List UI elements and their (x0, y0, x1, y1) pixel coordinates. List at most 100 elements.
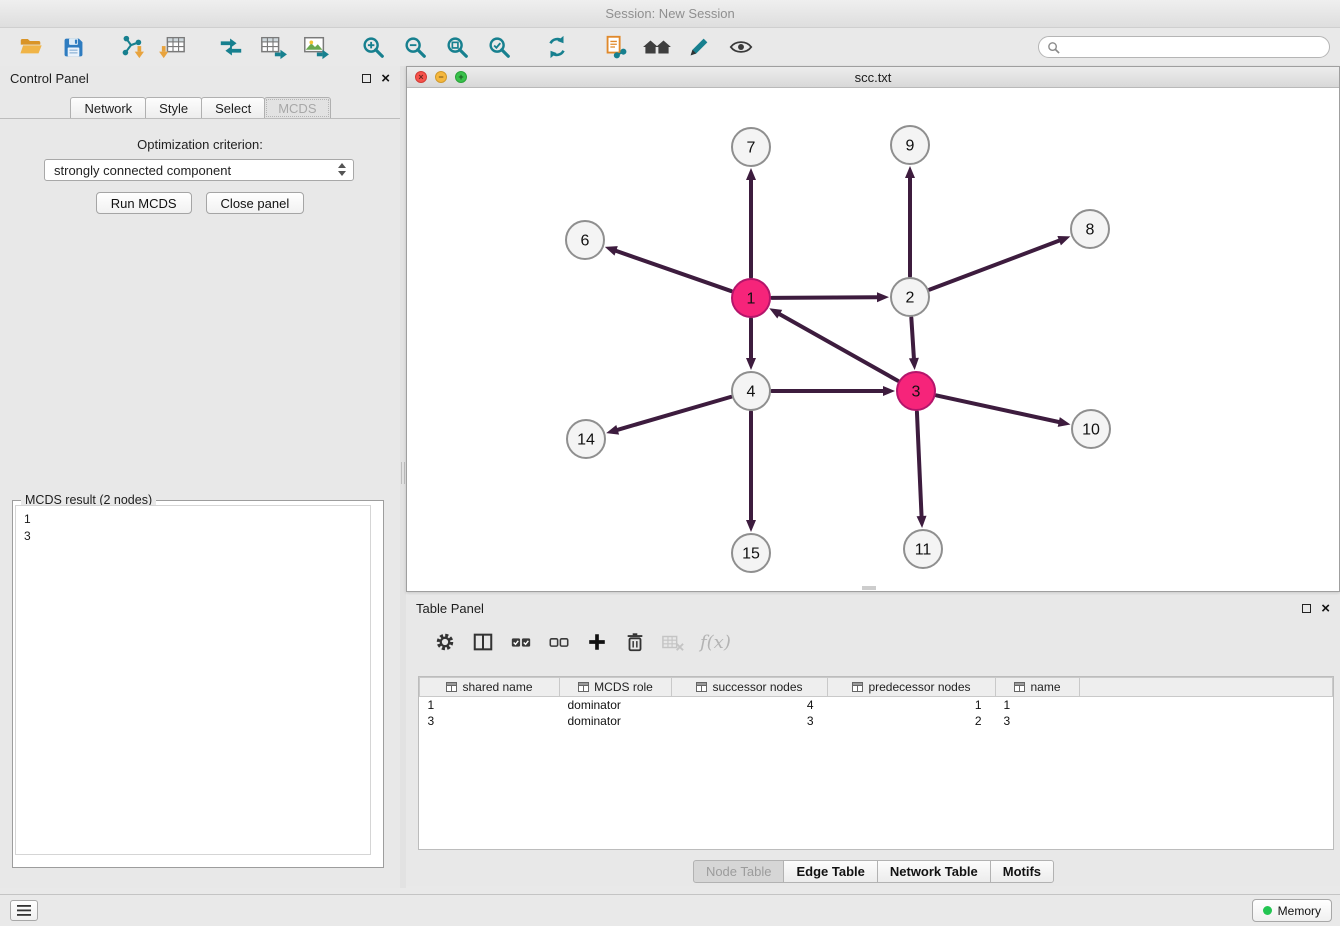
zoom-out-icon[interactable] (399, 31, 431, 63)
close-panel-button[interactable]: Close panel (206, 192, 305, 214)
import-network-icon[interactable] (115, 31, 147, 63)
table-cell-predecessor_nodes: 2 (828, 713, 996, 729)
table-row[interactable]: 3dominator323 (420, 713, 1333, 729)
zoom-out-glyph (402, 34, 428, 60)
select-all-glyph (510, 631, 532, 653)
home-icon[interactable] (641, 31, 673, 63)
close-table-panel-icon[interactable]: × (1321, 604, 1330, 614)
import-network-glyph (117, 34, 145, 60)
export-network-icon[interactable] (215, 31, 247, 63)
zoom-selected-icon[interactable] (483, 31, 515, 63)
graph-edge-3-10[interactable] (937, 395, 1059, 422)
export-image-icon[interactable] (299, 31, 331, 63)
graph-node-label-8: 8 (1086, 222, 1095, 239)
graph-edge-2-3[interactable] (911, 318, 914, 358)
show-columns-icon[interactable] (468, 627, 498, 657)
table-panel-header: Table Panel × (406, 596, 1340, 621)
status-bar: Memory (0, 894, 1340, 926)
hscroll-handle[interactable] (862, 586, 876, 590)
graph-arrowhead (883, 386, 895, 396)
graph-arrowhead (905, 166, 915, 178)
tab-style[interactable]: Style (145, 97, 202, 119)
mcds-result-text: 1 3 (16, 506, 370, 550)
zoom-in-glyph (360, 34, 386, 60)
table-cell-shared_name: 1 (420, 697, 560, 713)
first-neighbors-glyph (602, 34, 628, 60)
save-session-icon[interactable] (57, 31, 89, 63)
control-panel-header: Control Panel × (0, 66, 400, 91)
search-input[interactable] (1066, 40, 1321, 55)
home-glyph (641, 34, 673, 60)
splitter-grip (401, 462, 405, 484)
memory-button[interactable]: Memory (1252, 899, 1332, 922)
settings-gear-icon[interactable] (430, 627, 460, 657)
column-icon (578, 681, 589, 695)
run-mcds-button[interactable]: Run MCDS (96, 192, 192, 214)
app-titlebar[interactable]: Session: New Session (0, 0, 1340, 28)
close-panel-icon[interactable]: × (381, 74, 390, 84)
tab-mcds[interactable]: MCDS (264, 97, 330, 119)
graph-node-label-2: 2 (906, 290, 915, 307)
column-header-mcds-role[interactable]: MCDS role (560, 678, 672, 697)
memory-status-icon (1263, 906, 1272, 915)
show-hide-eye-icon[interactable] (725, 31, 757, 63)
tab-select[interactable]: Select (201, 97, 265, 119)
network-window-titlebar[interactable]: × − + scc.txt (407, 67, 1339, 88)
import-table-icon[interactable] (157, 31, 189, 63)
graph-arrowhead (606, 425, 619, 435)
tab-node-table[interactable]: Node Table (693, 860, 785, 883)
tab-network[interactable]: Network (70, 97, 146, 119)
tab-motifs[interactable]: Motifs (990, 860, 1054, 883)
table-cell-mcds_role: dominator (560, 713, 672, 729)
graph-edge-3-11[interactable] (917, 412, 922, 516)
column-header-predecessor-nodes[interactable]: predecessor nodes (828, 678, 996, 697)
network-window-title: scc.txt (407, 70, 1339, 85)
graph-edge-4-14[interactable] (618, 397, 731, 430)
graph-node-label-1: 1 (747, 291, 756, 308)
table-cell-name: 3 (996, 713, 1080, 729)
graph-edge-3-1[interactable] (780, 314, 898, 380)
graph-node-label-6: 6 (581, 233, 590, 250)
add-entry-icon[interactable] (582, 627, 612, 657)
export-table-icon[interactable] (257, 31, 289, 63)
float-panel-icon[interactable] (362, 74, 371, 83)
zoom-selected-glyph (486, 34, 512, 60)
zoom-in-icon[interactable] (357, 31, 389, 63)
show-hide-eye-glyph (728, 34, 754, 60)
dropdown-value: strongly connected component (54, 163, 231, 178)
node-table[interactable]: shared name MCDS role successor nodes pr… (418, 676, 1334, 850)
deselect-all-icon[interactable] (544, 627, 574, 657)
open-session-glyph (18, 34, 44, 60)
column-label: successor nodes (712, 680, 802, 694)
column-header-shared-name[interactable]: shared name (420, 678, 560, 697)
optimization-label: Optimization criterion: (0, 137, 400, 152)
float-table-panel-icon[interactable] (1302, 604, 1311, 613)
table-row[interactable]: 1dominator411 (420, 697, 1333, 713)
function-builder-icon: f(x) (700, 632, 731, 653)
graph-node-label-14: 14 (577, 432, 595, 449)
network-canvas[interactable]: 1234678910111415 (407, 88, 1339, 591)
select-all-icon[interactable] (506, 627, 536, 657)
optimization-dropdown[interactable]: strongly connected component (44, 159, 354, 181)
graph-arrowhead (746, 168, 756, 180)
style-pencil-icon[interactable] (683, 31, 715, 63)
column-label: name (1030, 680, 1060, 694)
first-neighbors-icon[interactable] (599, 31, 631, 63)
refresh-view-icon[interactable] (541, 31, 573, 63)
column-header-successor-nodes[interactable]: successor nodes (672, 678, 828, 697)
column-header-name[interactable]: name (996, 678, 1080, 697)
tab-edge-table[interactable]: Edge Table (783, 860, 877, 883)
mcds-result-area[interactable]: 1 3 (15, 505, 371, 855)
tab-network-table[interactable]: Network Table (877, 860, 991, 883)
status-menu-button[interactable] (10, 900, 38, 921)
graph-arrowhead (1057, 236, 1070, 245)
graph-node-label-10: 10 (1082, 422, 1100, 439)
open-session-icon[interactable] (15, 31, 47, 63)
graph-edge-1-6[interactable] (616, 251, 731, 291)
zoom-fit-icon[interactable] (441, 31, 473, 63)
search-box[interactable] (1038, 36, 1330, 58)
delete-entry-icon[interactable] (620, 627, 650, 657)
graph-edge-1-2[interactable] (772, 297, 877, 298)
graph-edge-2-8[interactable] (930, 241, 1059, 290)
network-graph[interactable]: 1234678910111415 (407, 88, 1339, 591)
